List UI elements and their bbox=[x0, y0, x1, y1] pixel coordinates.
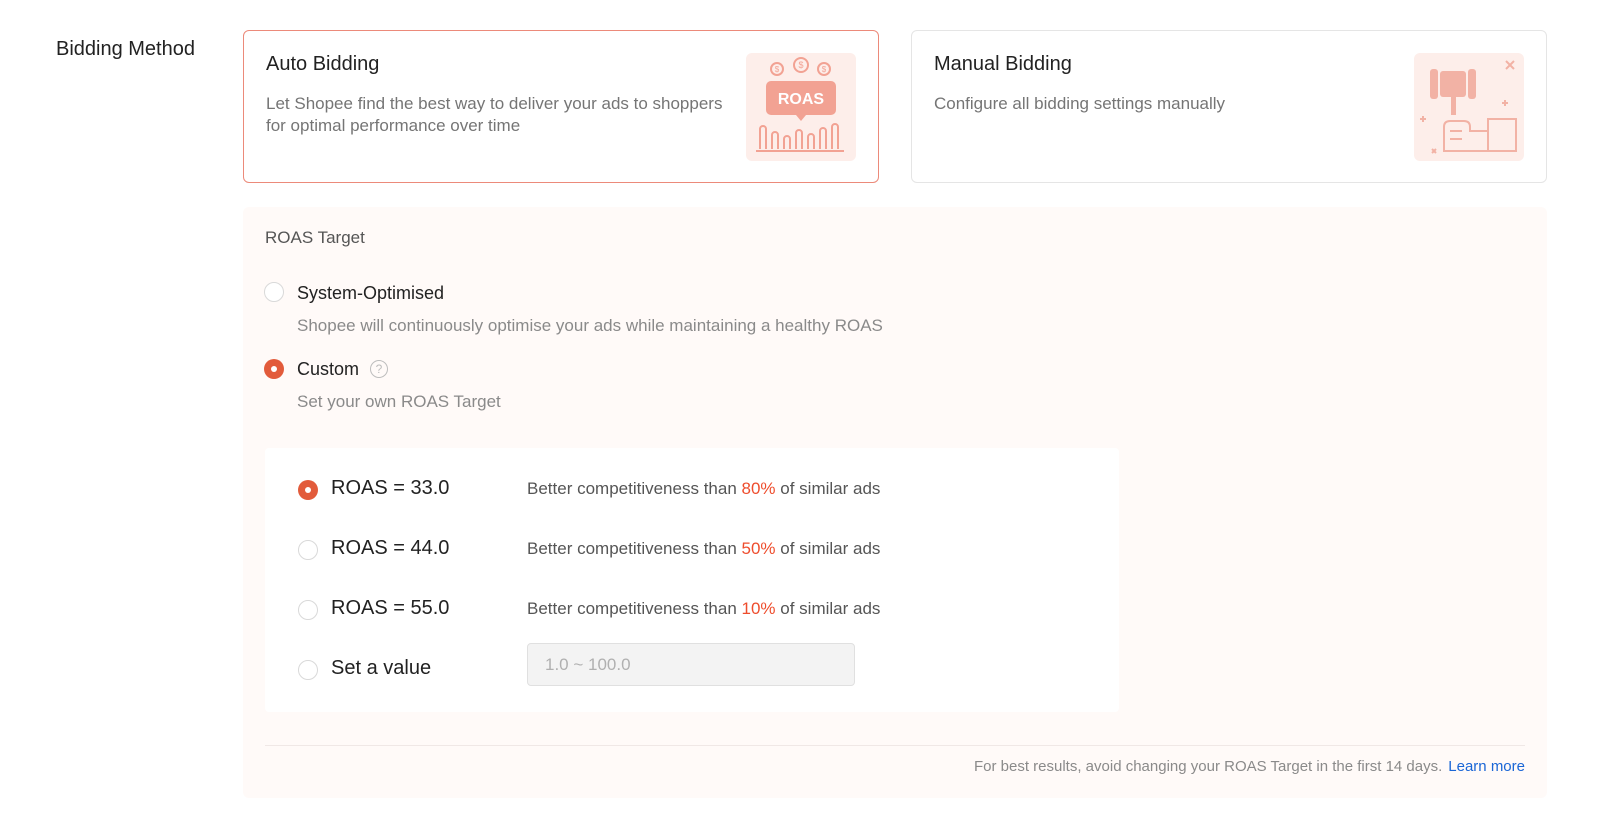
system-optimised-description: Shopee will continuously optimise your a… bbox=[297, 316, 883, 335]
roas-option-row[interactable]: ROAS = 44.0 Better competitiveness than … bbox=[265, 535, 1119, 565]
competitiveness-prefix: Better competitiveness than bbox=[527, 539, 737, 558]
roas-illustration-icon: $ $ $ ROAS bbox=[746, 53, 856, 161]
set-value-row[interactable]: Set a value bbox=[265, 643, 1119, 686]
roas-options-box: ROAS = 33.0 Better competitiveness than … bbox=[265, 448, 1119, 712]
competitiveness-percent: 50% bbox=[741, 539, 776, 558]
custom-radio[interactable] bbox=[264, 359, 284, 379]
competitiveness-text: Better competitiveness than 10% of simil… bbox=[527, 599, 880, 619]
manual-bidding-description: Configure all bidding settings manually bbox=[934, 94, 1226, 113]
set-value-label[interactable]: Set a value bbox=[331, 657, 431, 680]
footnote-text: For best results, avoid changing your RO… bbox=[973, 758, 1443, 775]
competitiveness-suffix: of similar ads bbox=[780, 599, 881, 618]
roas-target-panel: ROAS Target System-Optimised Shopee will… bbox=[243, 207, 1547, 798]
competitiveness-text: Better competitiveness than 50% of simil… bbox=[527, 539, 880, 559]
competitiveness-prefix: Better competitiveness than bbox=[527, 599, 737, 618]
manual-bidding-card[interactable]: Manual Bidding Configure all bidding set… bbox=[911, 30, 1547, 183]
set-value-radio[interactable] bbox=[298, 660, 318, 680]
roas-option-radio[interactable] bbox=[298, 600, 318, 620]
roas-option-label[interactable]: ROAS = 55.0 bbox=[331, 597, 449, 620]
custom-label[interactable]: Custom bbox=[297, 359, 359, 380]
system-optimised-label[interactable]: System-Optimised bbox=[297, 283, 444, 304]
roas-footnote: For best results, avoid changing your RO… bbox=[974, 758, 1525, 775]
roas-illustration-text: ROAS bbox=[778, 91, 825, 108]
competitiveness-percent: 10% bbox=[741, 599, 776, 618]
competitiveness-suffix: of similar ads bbox=[780, 539, 881, 558]
help-icon[interactable]: ? bbox=[370, 360, 388, 378]
svg-text:$: $ bbox=[822, 65, 827, 74]
bidding-method-label: Bidding Method bbox=[56, 38, 195, 60]
roas-target-title: ROAS Target bbox=[265, 228, 365, 247]
auto-bidding-title: Auto Bidding bbox=[266, 53, 380, 75]
roas-option-radio[interactable] bbox=[298, 540, 318, 560]
custom-description: Set your own ROAS Target bbox=[297, 392, 501, 411]
roas-option-label[interactable]: ROAS = 33.0 bbox=[331, 477, 449, 500]
competitiveness-text: Better competitiveness than 80% of simil… bbox=[527, 479, 880, 499]
auto-bidding-card[interactable]: Auto Bidding Let Shopee find the best wa… bbox=[243, 30, 879, 183]
competitiveness-suffix: of similar ads bbox=[780, 479, 881, 498]
svg-text:$: $ bbox=[798, 60, 803, 70]
competitiveness-percent: 80% bbox=[741, 479, 776, 498]
gavel-hand-illustration-icon bbox=[1414, 53, 1524, 161]
auto-bidding-description: Let Shopee find the best way to deliver … bbox=[266, 94, 723, 135]
svg-text:$: $ bbox=[775, 65, 780, 74]
manual-bidding-title: Manual Bidding bbox=[934, 53, 1072, 75]
learn-more-link[interactable]: Learn more bbox=[1448, 758, 1525, 775]
roas-option-radio[interactable] bbox=[298, 480, 318, 500]
roas-option-row[interactable]: ROAS = 55.0 Better competitiveness than … bbox=[265, 595, 1119, 625]
roas-option-row[interactable]: ROAS = 33.0 Better competitiveness than … bbox=[265, 475, 1119, 505]
roas-option-label[interactable]: ROAS = 44.0 bbox=[331, 537, 449, 560]
roas-value-input[interactable] bbox=[527, 643, 855, 686]
competitiveness-prefix: Better competitiveness than bbox=[527, 479, 737, 498]
divider bbox=[265, 745, 1525, 746]
system-optimised-radio[interactable] bbox=[264, 282, 284, 302]
